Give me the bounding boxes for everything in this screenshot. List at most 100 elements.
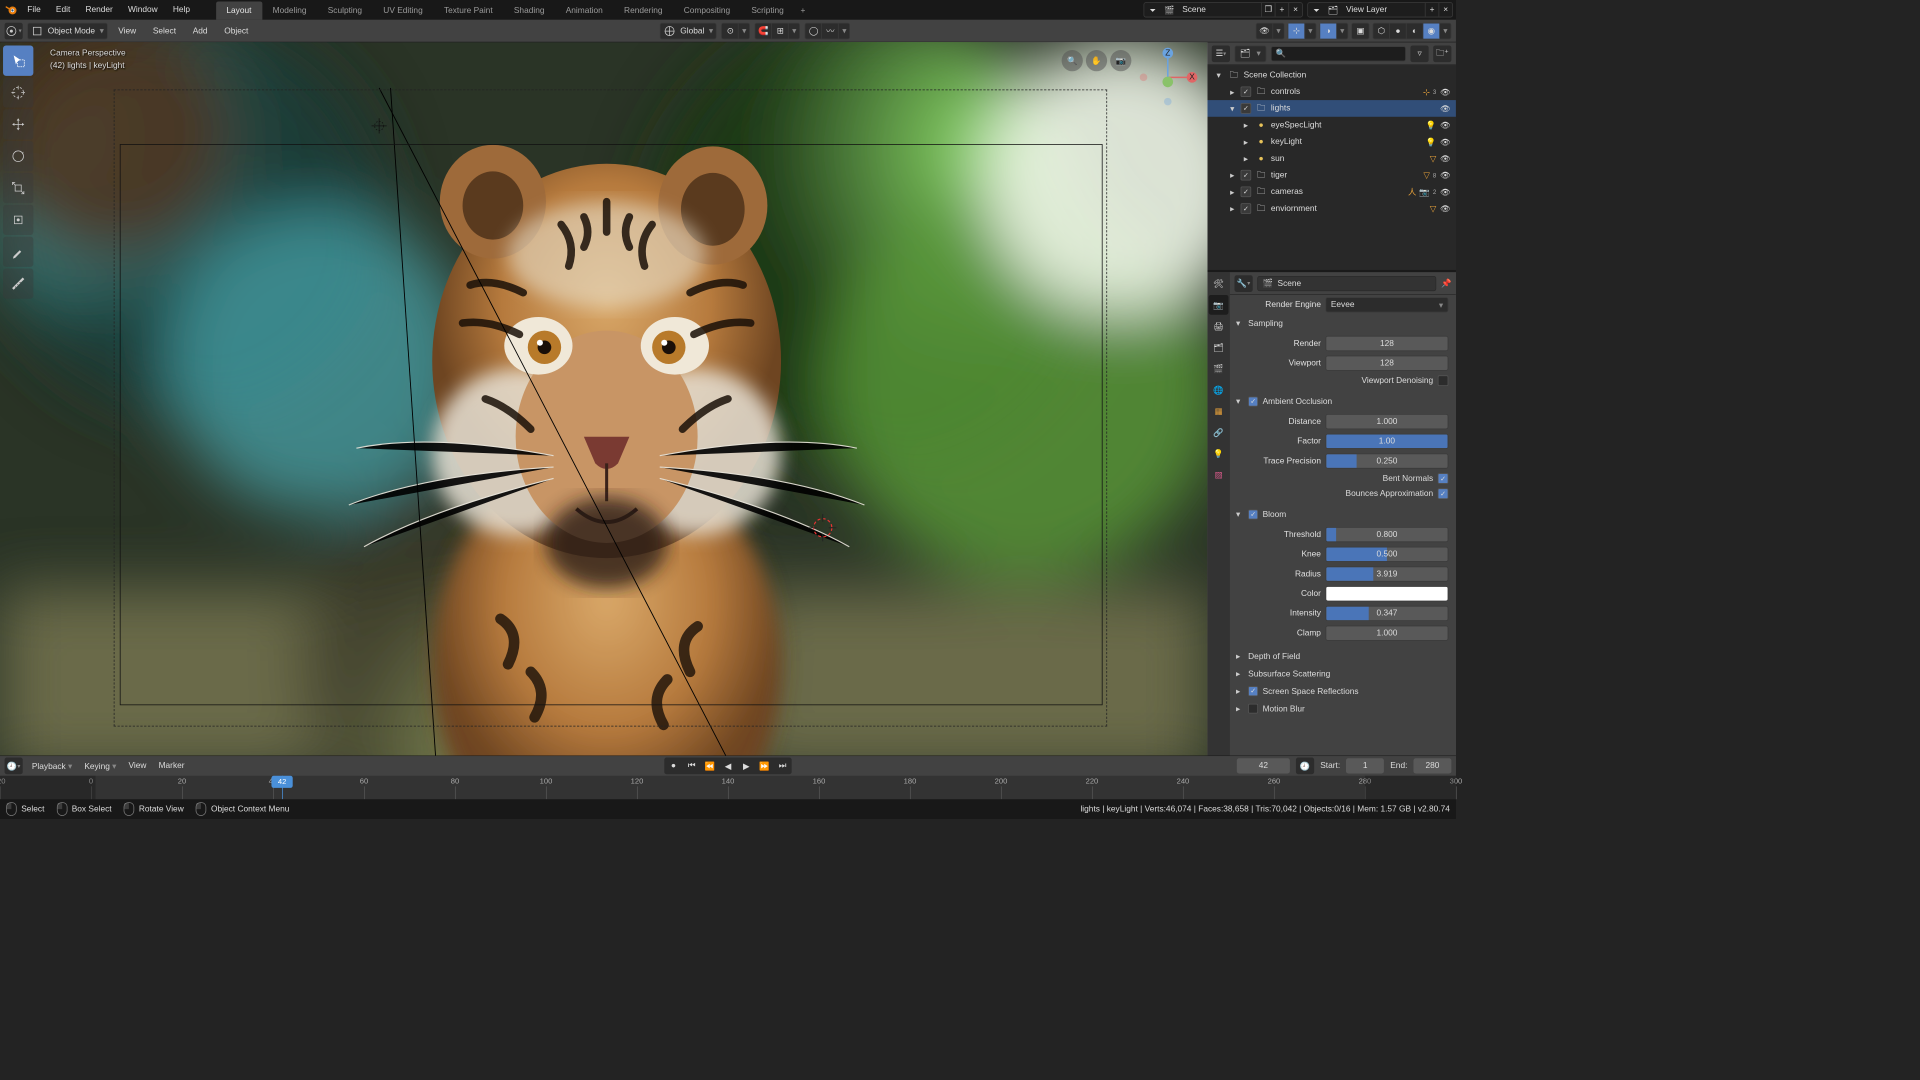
- bloom-intensity-field[interactable]: 0.347: [1326, 606, 1449, 621]
- disclosure-icon[interactable]: ▾: [1213, 70, 1224, 80]
- jump-start-button[interactable]: ⏮: [683, 758, 700, 773]
- prop-tab-output[interactable]: 🖨: [1209, 316, 1229, 336]
- outliner-item-label[interactable]: Scene Collection: [1244, 71, 1452, 80]
- prop-tab-scene[interactable]: 🎬: [1209, 359, 1229, 379]
- outliner-item-label[interactable]: controls: [1271, 87, 1420, 96]
- render-engine-dropdown[interactable]: Eevee▾: [1326, 297, 1449, 312]
- viewlayer-name[interactable]: View Layer: [1341, 5, 1424, 14]
- scene-name[interactable]: Scene: [1178, 5, 1261, 14]
- outliner-item-label[interactable]: sun: [1271, 154, 1427, 163]
- overlay-options[interactable]: ▾: [1337, 26, 1348, 36]
- tab-modeling[interactable]: Modeling: [262, 2, 317, 20]
- tab-layout[interactable]: Layout: [216, 2, 262, 20]
- disclosure-icon[interactable]: ▸: [1241, 154, 1252, 164]
- shading-options[interactable]: ▾: [1440, 26, 1451, 36]
- outliner-item-controls[interactable]: ▸✓🗀controls⊹3👁: [1207, 83, 1456, 100]
- outliner-item-tiger[interactable]: ▸✓🗀tiger▽8👁: [1207, 167, 1456, 184]
- nav-gizmo[interactable]: X Z: [1137, 47, 1198, 110]
- hide-viewport-toggle[interactable]: 👁: [1439, 120, 1451, 130]
- ao-distance-field[interactable]: 1.000: [1326, 414, 1449, 429]
- menu-file[interactable]: File: [20, 0, 49, 20]
- collection-exclude-checkbox[interactable]: ✓: [1241, 203, 1252, 214]
- gizmo-toggle[interactable]: ⊹: [1288, 23, 1305, 38]
- snap-toggle[interactable]: 🧲⊞▾: [755, 22, 800, 39]
- menu-window[interactable]: Window: [120, 0, 165, 20]
- zoom-view-button[interactable]: 🔍: [1062, 50, 1083, 71]
- menu-render[interactable]: Render: [78, 0, 121, 20]
- scene-add-button[interactable]: +: [1275, 3, 1289, 17]
- outliner-item-cameras[interactable]: ▸✓🗀cameras人📷2👁: [1207, 184, 1456, 201]
- panel-bloom-header[interactable]: ✓Bloom: [1230, 506, 1456, 523]
- collection-exclude-checkbox[interactable]: ✓: [1241, 86, 1252, 97]
- pan-view-button[interactable]: ✋: [1086, 50, 1107, 71]
- tab-scripting[interactable]: Scripting: [741, 2, 795, 20]
- tab-sculpting[interactable]: Sculpting: [317, 2, 373, 20]
- collection-exclude-checkbox[interactable]: ✓: [1241, 170, 1252, 181]
- prop-tab-object[interactable]: ▦: [1209, 401, 1229, 421]
- prop-tab-data[interactable]: 💡: [1209, 444, 1229, 464]
- disclosure-icon[interactable]: ▸: [1227, 187, 1238, 197]
- outliner-item-label[interactable]: lights: [1271, 104, 1433, 113]
- bloom-radius-field[interactable]: 3.919: [1326, 566, 1449, 581]
- timeline-keying-menu[interactable]: Keying ▾: [81, 761, 119, 771]
- hide-viewport-toggle[interactable]: 👁: [1439, 87, 1451, 97]
- autokey-toggle[interactable]: ●: [665, 758, 682, 773]
- pivot-dropdown[interactable]: ⊙▾: [721, 22, 750, 39]
- bloom-clamp-field[interactable]: 1.000: [1326, 626, 1449, 641]
- tool-transform[interactable]: [3, 205, 33, 235]
- outliner-item-label[interactable]: eyeSpecLight: [1271, 121, 1423, 130]
- prop-tab-tool[interactable]: 🛠: [1209, 274, 1229, 294]
- scene-remove-button[interactable]: ×: [1288, 3, 1302, 17]
- outliner-item-label[interactable]: keyLight: [1271, 137, 1423, 146]
- ao-bent-checkbox[interactable]: ✓: [1438, 473, 1449, 484]
- viewlayer-selector[interactable]: 🞃 🗂 View Layer + ×: [1307, 2, 1453, 17]
- 3d-viewport[interactable]: Camera Perspective (42) lights | keyLigh…: [0, 42, 1207, 773]
- scene-copy-button[interactable]: ❐: [1261, 3, 1275, 17]
- disclosure-icon[interactable]: ▸: [1241, 137, 1252, 147]
- prop-tab-render[interactable]: 📷: [1209, 295, 1229, 315]
- collection-exclude-checkbox[interactable]: ✓: [1241, 103, 1252, 114]
- outliner-item-enviornment[interactable]: ▸✓🗀enviornment▽👁: [1207, 200, 1456, 217]
- select-menu[interactable]: Select: [147, 26, 182, 35]
- outliner-editor-type[interactable]: ☰▾: [1212, 45, 1230, 62]
- disclosure-icon[interactable]: ▸: [1227, 170, 1238, 180]
- outliner-item-sun[interactable]: ▸●sun▽👁: [1207, 150, 1456, 167]
- play-button[interactable]: ▶: [738, 758, 755, 773]
- tab-animation[interactable]: Animation: [555, 2, 613, 20]
- panel-sss-header[interactable]: Subsurface Scattering: [1230, 665, 1456, 682]
- orientation-dropdown[interactable]: Global ▾: [660, 22, 717, 39]
- scene-browse-icon[interactable]: 🞃: [1144, 5, 1161, 15]
- tool-scale[interactable]: [3, 173, 33, 203]
- disclosure-icon[interactable]: ▾: [1227, 104, 1238, 114]
- shading-lookdev[interactable]: ◐: [1407, 23, 1424, 38]
- hide-viewport-toggle[interactable]: 👁: [1439, 154, 1451, 164]
- disclosure-icon[interactable]: ▸: [1227, 204, 1238, 214]
- ssr-enable-checkbox[interactable]: ✓: [1248, 686, 1258, 696]
- sampling-denoise-checkbox[interactable]: [1438, 375, 1449, 386]
- outliner-item-keyLight[interactable]: ▸●keyLight💡👁: [1207, 133, 1456, 150]
- ao-enable-checkbox[interactable]: ✓: [1248, 397, 1258, 407]
- menu-help[interactable]: Help: [165, 0, 197, 20]
- current-frame-field[interactable]: 42: [1237, 758, 1290, 773]
- add-menu[interactable]: Add: [187, 26, 214, 35]
- jump-prev-key-button[interactable]: ⏪: [701, 758, 718, 773]
- outliner-item-label[interactable]: cameras: [1271, 187, 1405, 196]
- outliner-tree[interactable]: ▾ 🗀 Scene Collection ▸✓🗀controls⊹3👁▾✓🗀li…: [1207, 65, 1456, 270]
- xray-toggle[interactable]: ▣: [1351, 22, 1369, 39]
- tool-cursor[interactable]: [3, 77, 33, 107]
- hide-viewport-toggle[interactable]: 👁: [1439, 104, 1451, 114]
- sampling-render-field[interactable]: 128: [1326, 336, 1449, 351]
- outliner-search[interactable]: 🔍: [1271, 46, 1406, 61]
- prop-tab-world[interactable]: 🌐: [1209, 380, 1229, 400]
- overlay-toggle[interactable]: ◑: [1320, 23, 1337, 38]
- disclosure-icon[interactable]: ▸: [1227, 87, 1238, 97]
- tab-texture-paint[interactable]: Texture Paint: [433, 2, 503, 20]
- tab-compositing[interactable]: Compositing: [673, 2, 741, 20]
- outliner-item-eyeSpecLight[interactable]: ▸●eyeSpecLight💡👁: [1207, 117, 1456, 134]
- properties-editor-type[interactable]: 🔧▾: [1235, 275, 1253, 292]
- viewlayer-remove-button[interactable]: ×: [1438, 3, 1452, 17]
- motionblur-enable-checkbox[interactable]: [1248, 704, 1258, 714]
- collection-exclude-checkbox[interactable]: ✓: [1241, 187, 1252, 198]
- viewlayer-add-button[interactable]: +: [1425, 3, 1439, 17]
- editor-type-selector[interactable]: ▾: [5, 22, 23, 39]
